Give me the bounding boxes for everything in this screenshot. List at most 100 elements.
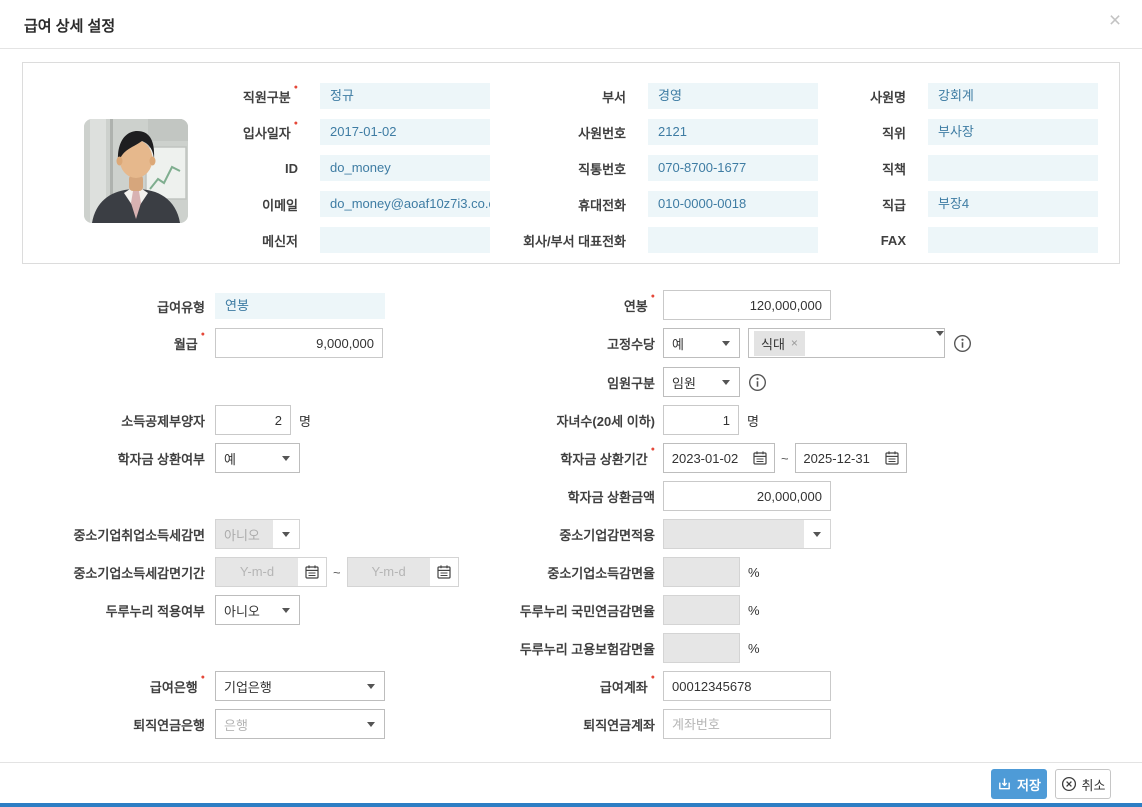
pension-bank-placeholder: 은행	[216, 715, 358, 734]
field-label: 직책	[763, 159, 906, 178]
sme-income-rate-label: 중소기업소득감면율	[400, 563, 655, 582]
employee-photo	[84, 119, 188, 223]
chevron-down-icon	[273, 532, 299, 537]
dependents-label: 소득공제부양자	[10, 411, 205, 430]
children-input[interactable]	[663, 405, 739, 435]
close-icon[interactable]: ×	[1102, 8, 1128, 34]
tag-remove-icon[interactable]: ×	[791, 337, 798, 349]
calendar-icon[interactable]	[746, 450, 774, 466]
field-value: 부장4	[928, 191, 1098, 217]
allowance-tag: 식대 ×	[754, 331, 805, 356]
durunuri-apply-label: 두루누리 적용여부	[10, 601, 205, 620]
salary-bank-row: 급여은행 기업은행	[10, 671, 385, 701]
field-label: 메신저	[188, 231, 298, 250]
field-join-date: 입사일자 2017-01-02	[188, 119, 490, 145]
salary-bank-select[interactable]: 기업은행	[215, 671, 385, 701]
fixed-allowance-multiselect[interactable]: 식대 ×	[748, 328, 945, 358]
info-icon[interactable]	[748, 373, 767, 392]
annual-salary-input[interactable]	[663, 290, 831, 320]
sme-period-from-datepicker-disabled: Y-m-d	[215, 557, 327, 587]
tuition-amount-input[interactable]	[663, 481, 831, 511]
field-email: 이메일 do_money@aoaf10z7i3.co.cc	[188, 191, 490, 217]
executive-label: 임원구분	[400, 373, 655, 392]
salary-account-input[interactable]	[663, 671, 831, 701]
durunuri-apply-select[interactable]: 아니오	[215, 595, 300, 625]
field-employee-type: 직원구분 정규	[188, 83, 490, 109]
monthly-salary-input[interactable]	[215, 328, 383, 358]
cancel-button[interactable]: 취소	[1055, 769, 1111, 799]
sme-income-rate-input-disabled	[663, 557, 740, 587]
sme-tax-reduction-label: 중소기업취업소득세감면	[10, 525, 205, 544]
durunuri-pension-rate-label: 두루누리 국민연금감면율	[400, 601, 655, 620]
chevron-down-icon	[358, 722, 384, 727]
sme-reduction-apply-select-disabled	[663, 519, 831, 549]
tuition-period-to-datepicker[interactable]: 2025-12-31	[795, 443, 907, 473]
children-row: 자녀수(20세 이하) 명	[400, 405, 759, 435]
sme-reduction-period-row: 중소기업소득세감면기간 Y-m-d ~ Y-m-d	[10, 557, 459, 587]
date-range-separator: ~	[333, 565, 341, 580]
tuition-repay-selected: 예	[216, 449, 273, 468]
annual-salary-label: 연봉	[400, 296, 655, 315]
field-label: 직위	[763, 123, 906, 142]
field-label: 직통번호	[453, 159, 626, 178]
sme-tax-reduction-select-disabled: 아니오	[215, 519, 300, 549]
tuition-repay-label: 학자금 상환여부	[10, 449, 205, 468]
tuition-repay-select[interactable]: 예	[215, 443, 300, 473]
pension-account-row: 퇴직연금계좌	[400, 709, 831, 739]
pension-bank-row: 퇴직연금은행 은행	[10, 709, 385, 739]
fixed-allowance-select[interactable]: 예	[663, 328, 740, 358]
field-label: 휴대전화	[453, 195, 626, 214]
date-range-separator: ~	[781, 451, 789, 466]
sme-reduction-apply-row: 중소기업감면적용	[400, 519, 831, 549]
chevron-down-icon	[358, 684, 384, 689]
chevron-down-icon	[273, 456, 299, 461]
field-position: 직위 부사장	[763, 119, 1098, 145]
tuition-amount-label: 학자금 상환금액	[400, 487, 655, 506]
save-button-label: 저장	[1017, 775, 1041, 794]
sme-reduction-period-label: 중소기업소득세감면기간	[10, 563, 205, 582]
sme-reduction-apply-label: 중소기업감면적용	[400, 525, 655, 544]
cancel-icon	[1061, 776, 1077, 792]
salary-detail-dialog: 급여 상세 설정 × 직원구분	[0, 0, 1142, 807]
tuition-repay-row: 학자금 상환여부 예	[10, 443, 300, 473]
salary-bank-selected: 기업은행	[216, 677, 358, 696]
executive-select[interactable]: 임원	[663, 367, 740, 397]
footer-divider	[0, 762, 1142, 763]
fixed-allowance-label: 고정수당	[400, 334, 655, 353]
field-label: 사원명	[763, 87, 906, 106]
date-placeholder: Y-m-d	[216, 558, 298, 586]
dependents-input[interactable]	[215, 405, 291, 435]
calendar-icon	[298, 564, 326, 580]
calendar-icon[interactable]	[878, 450, 906, 466]
save-button[interactable]: 저장	[991, 769, 1047, 799]
cancel-button-label: 취소	[1082, 775, 1106, 794]
field-value	[928, 155, 1098, 181]
employee-portrait-illustration	[84, 119, 188, 223]
field-label: ID	[188, 161, 298, 176]
tuition-period-from-datepicker[interactable]: 2023-01-02	[663, 443, 775, 473]
field-label: 부서	[453, 87, 626, 106]
dependents-unit: 명	[299, 411, 311, 430]
annual-salary-row: 연봉	[400, 290, 831, 320]
durunuri-apply-selected: 아니오	[216, 601, 273, 620]
save-icon	[997, 777, 1012, 792]
bottom-accent-bar	[0, 803, 1142, 807]
date-value: 2025-12-31	[796, 451, 878, 466]
fixed-allowance-selected: 예	[664, 334, 713, 353]
pension-bank-select[interactable]: 은행	[215, 709, 385, 739]
pension-account-input[interactable]	[663, 709, 831, 739]
field-label: 이메일	[188, 195, 298, 214]
sme-reduction-apply-selected	[664, 520, 804, 548]
field-label: 직원구분	[188, 87, 298, 106]
children-label: 자녀수(20세 이하)	[400, 411, 655, 430]
durunuri-apply-row: 두루누리 적용여부 아니오	[10, 595, 300, 625]
employee-info-panel: 직원구분 정규 부서 경영 사원명 강회계 입사일자 2017-01-02 사원…	[22, 62, 1120, 264]
field-label: 입사일자	[188, 123, 298, 142]
executive-row: 임원구분 임원	[400, 367, 767, 397]
field-grade: 직급 부장4	[763, 191, 1098, 217]
field-value: 부사장	[928, 119, 1098, 145]
chevron-down-icon	[804, 532, 830, 537]
info-icon[interactable]	[953, 334, 972, 353]
dialog-title: 급여 상세 설정	[24, 15, 115, 36]
chevron-down-icon	[936, 336, 944, 351]
